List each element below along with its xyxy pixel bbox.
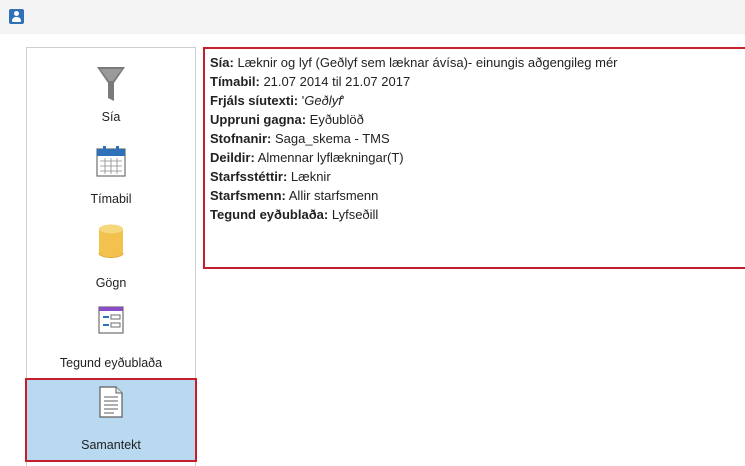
summary-line-frjals-siutexti: Frjáls síutexti: 'Geðlyf' [210,93,344,109]
summary-line-timabil: Tímabil: 21.07 2014 til 21.07 2017 [210,74,410,90]
summary-key: Stofnanir: [210,131,272,146]
summary-panel: Sía: Læknir og lyf (Geðlyf sem læknar áv… [203,47,745,269]
summary-value: Læknir [287,169,331,184]
summary-line-deildir: Deildir: Almennar lyflækningar(T) [210,150,404,166]
summary-key: Starfsmenn: [210,188,286,203]
summary-value-suffix: ' [341,93,345,108]
summary-key: Tímabil: [210,74,260,89]
summary-line-sia: Sía: Læknir og lyf (Geðlyf sem læknar áv… [210,55,618,71]
summary-value: Almennar lyflækningar(T) [254,150,404,165]
summary-key: Uppruni gagna: [210,112,307,127]
form-type-icon [98,306,124,339]
summary-key: Sía: [210,55,234,70]
sidebar-item-timabil[interactable]: Tímabil [27,138,195,212]
summary-key: Tegund eyðublaða: [210,207,329,222]
summary-value: Eyðublöð [306,112,364,127]
sidebar-item-tegund-eydublada[interactable]: Tegund eyðublaða [27,300,195,380]
summary-value: Lyfseðill [328,207,379,222]
summary-line-starfsstettir: Starfsstéttir: Læknir [210,169,331,185]
summary-key: Starfsstéttir: [210,169,288,184]
person-icon[interactable] [9,9,24,24]
top-bar [0,0,745,34]
summary-key: Deildir: [210,150,255,165]
summary-value: Læknir og lyf (Geðlyf sem læknar ávísa)-… [233,55,618,70]
summary-line-uppruni-gagna: Uppruni gagna: Eyðublöð [210,112,364,128]
calendar-icon [96,145,126,182]
wizard-sidebar: Sía Tímabil Gögn Tegund eyðublaða Samant… [25,47,197,466]
sidebar-item-label: Sía [101,110,121,124]
filter-funnel-icon [96,65,126,108]
person-icon-body [12,17,21,22]
summary-value: Allir starfsmenn [285,188,379,203]
sidebar-item-label: Tímabil [90,192,132,206]
sidebar-item-gogn[interactable]: Gögn [27,218,195,294]
summary-key: Frjáls síutexti: [210,93,299,108]
sidebar-item-label: Gögn [95,276,127,290]
summary-line-stofnanir: Stofnanir: Saga_skema - TMS [210,131,390,147]
sidebar-item-label: Tegund eyðublaða [59,356,163,370]
summary-value: Saga_skema - TMS [271,131,390,146]
summary-value: 21.07 2014 til 21.07 2017 [259,74,411,89]
sidebar-item-label: Samantekt [81,438,141,452]
summary-value-italic: Geðlyf [304,93,342,108]
person-icon-head [14,11,19,16]
summary-line-tegund-eydublada: Tegund eyðublaða: Lyfseðill [210,207,378,223]
sidebar-item-samantekt[interactable]: Samantekt [25,378,197,462]
document-icon [99,386,123,423]
summary-line-starfsmenn: Starfsmenn: Allir starfsmenn [210,188,378,204]
sidebar-item-sia[interactable]: Sía [27,58,195,132]
database-cylinder-icon [98,224,124,263]
